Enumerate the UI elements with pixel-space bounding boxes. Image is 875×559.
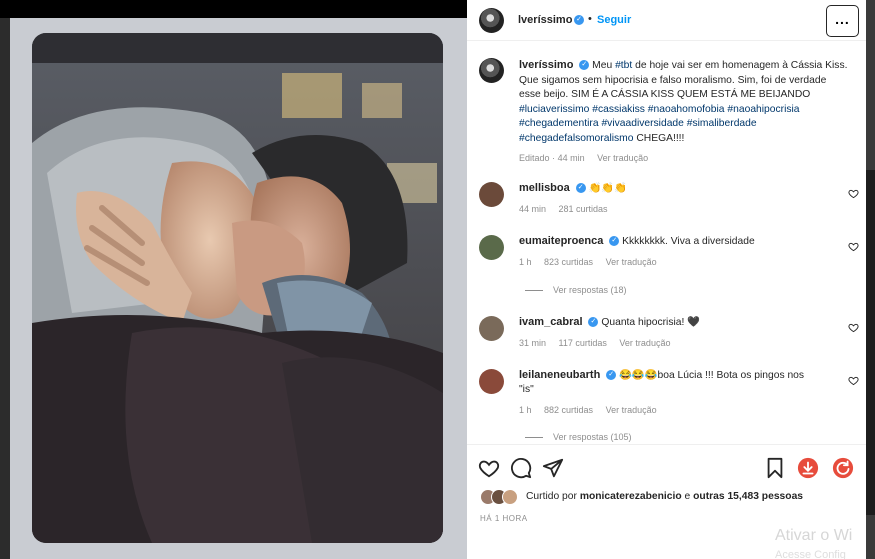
verified-badge-icon: ✓: [574, 15, 584, 25]
liked-by-user[interactable]: monicaterezabenicio: [580, 491, 682, 502]
hashtag-link[interactable]: #vivaadiversidade: [601, 118, 683, 129]
comment-body: ivam_cabral ✓ Quanta hipocrisia! 🖤: [519, 316, 819, 330]
hashtag-link[interactable]: #naoahomofobia: [648, 104, 725, 115]
hashtag-link[interactable]: #luciaverissimo: [519, 104, 589, 115]
comment-meta: 31 min 117 curtidas Ver tradução: [519, 338, 680, 348]
comment-meta: 1 h 882 curtidas Ver tradução: [519, 405, 667, 415]
view-replies-link[interactable]: Ver respostas (18): [525, 285, 627, 295]
comment-text: 👏👏👏: [588, 183, 627, 194]
follow-button[interactable]: Seguir: [597, 14, 631, 26]
commenter-avatar[interactable]: [479, 369, 504, 394]
verified-badge-icon: ✓: [609, 236, 620, 247]
comments-scroll-area[interactable]: lveríssimo ✓ Meu #tbt de hoje vai ser em…: [467, 42, 866, 444]
comment-time: 1 h: [519, 405, 532, 415]
liked-by-mid: e: [681, 491, 694, 502]
comment-bubble-icon[interactable]: [510, 457, 532, 479]
caption-text-segment: Meu: [592, 60, 616, 71]
comment-text: Kkkkkkkk. Viva a diversidade: [622, 236, 755, 247]
caption-text-segment: CHEGA!!!!: [633, 132, 685, 144]
download-extension-icon[interactable]: [797, 457, 819, 479]
caption-translate-link[interactable]: Ver tradução: [597, 153, 648, 163]
view-replies-link[interactable]: Ver respostas (105): [525, 432, 632, 442]
hashtag-link[interactable]: #chegadementira: [519, 118, 599, 129]
comment-username[interactable]: mellisboa: [519, 182, 570, 194]
liked-by-text: Curtido por monicaterezabenicio e outras…: [526, 491, 803, 502]
caption-avatar[interactable]: [479, 58, 504, 83]
caption-username[interactable]: lveríssimo: [519, 59, 573, 71]
comment-meta: 1 h 823 curtidas Ver tradução: [519, 257, 667, 267]
post-photo-image: [32, 33, 443, 543]
author-username[interactable]: lveríssimo: [518, 14, 572, 26]
comment-time: 44 min: [519, 204, 547, 214]
caption-text: lveríssimo ✓ Meu #tbt de hoje vai ser em…: [519, 58, 849, 165]
liker-avatar: [502, 489, 518, 505]
comment-body: mellisboa ✓ 👏👏👏: [519, 182, 819, 196]
verified-badge-icon: ✓: [575, 183, 586, 194]
caption-meta: Editado · 44 min Ver tradução: [519, 151, 849, 166]
os-activation-watermark: Ativar o Wi: [775, 527, 853, 544]
verified-badge-icon: ✓: [579, 60, 590, 71]
more-options-button[interactable]: ...: [826, 5, 859, 37]
commenter-avatar[interactable]: [479, 182, 504, 207]
hashtag-link[interactable]: #simaliberdade: [687, 118, 757, 129]
comment-username[interactable]: eumaiteproenca: [519, 235, 603, 247]
hashtag-link[interactable]: #chegadefalsomoralismo: [519, 133, 633, 144]
refresh-extension-icon[interactable]: [832, 457, 854, 479]
post-photo[interactable]: [32, 33, 443, 543]
post-timestamp[interactable]: HÁ 1 HORA: [480, 514, 528, 523]
hashtag-link[interactable]: #tbt: [615, 60, 632, 71]
comment-like-heart-icon[interactable]: [848, 322, 859, 333]
post-header: lveríssimo ✓ • Seguir ...: [467, 0, 866, 41]
comment-like-heart-icon[interactable]: [848, 241, 859, 252]
comment-translate-link[interactable]: Ver tradução: [606, 405, 657, 415]
verified-badge-icon: ✓: [588, 317, 599, 328]
share-send-icon[interactable]: [542, 457, 564, 479]
comment-likes[interactable]: 117 curtidas: [559, 338, 607, 348]
comment-translate-link[interactable]: Ver tradução: [619, 338, 670, 348]
comment-translate-link[interactable]: Ver tradução: [606, 257, 657, 267]
caption-edited: Editado · 44 min: [519, 152, 585, 163]
author-avatar[interactable]: [479, 8, 504, 33]
likers-avatars[interactable]: [480, 489, 524, 505]
header-separator: •: [588, 13, 592, 25]
like-heart-icon[interactable]: [478, 457, 500, 479]
post-media-area: [10, 18, 467, 559]
caption-body: Meu #tbt de hoje vai ser em homenagem à …: [519, 60, 847, 144]
hashtag-link[interactable]: #naoahipocrisia: [727, 104, 799, 115]
next-post-preview[interactable]: [866, 170, 875, 515]
comment-body: leilaneneubarth ✓ 😂😂😂boa Lúcia !!! Bota …: [519, 369, 819, 396]
comment-likes[interactable]: 281 curtidas: [559, 204, 608, 214]
comment-time: 31 min: [519, 338, 547, 348]
comment-time: 1 h: [519, 257, 532, 267]
comment-likes[interactable]: 882 curtidas: [544, 405, 593, 415]
hashtag-link[interactable]: #cassiakiss: [592, 104, 645, 115]
save-bookmark-icon[interactable]: [764, 457, 786, 479]
liked-by-prefix: Curtido por: [526, 491, 580, 502]
comment-like-heart-icon[interactable]: [848, 375, 859, 386]
comment-body: eumaiteproenca ✓ Kkkkkkkk. Viva a divers…: [519, 235, 819, 249]
commenter-avatar[interactable]: [479, 316, 504, 341]
comment-username[interactable]: ivam_cabral: [519, 316, 583, 328]
comment-text: Quanta hipocrisia! 🖤: [601, 317, 701, 328]
comment-username[interactable]: leilaneneubarth: [519, 369, 600, 381]
backdrop-top: [0, 0, 467, 18]
screen: lveríssimo ✓ • Seguir ... lveríssimo ✓ M…: [0, 0, 875, 559]
comment-meta: 44 min 281 curtidas: [519, 204, 618, 214]
post-detail-panel: lveríssimo ✓ • Seguir ... lveríssimo ✓ M…: [467, 0, 866, 559]
os-activation-subtext: Acesse Config: [775, 549, 846, 559]
verified-badge-icon: ✓: [606, 370, 617, 381]
comment-like-heart-icon[interactable]: [848, 188, 859, 199]
commenter-avatar[interactable]: [479, 235, 504, 260]
liked-by-count[interactable]: outras 15,483 pessoas: [693, 491, 803, 502]
comment-likes[interactable]: 823 curtidas: [544, 257, 593, 267]
